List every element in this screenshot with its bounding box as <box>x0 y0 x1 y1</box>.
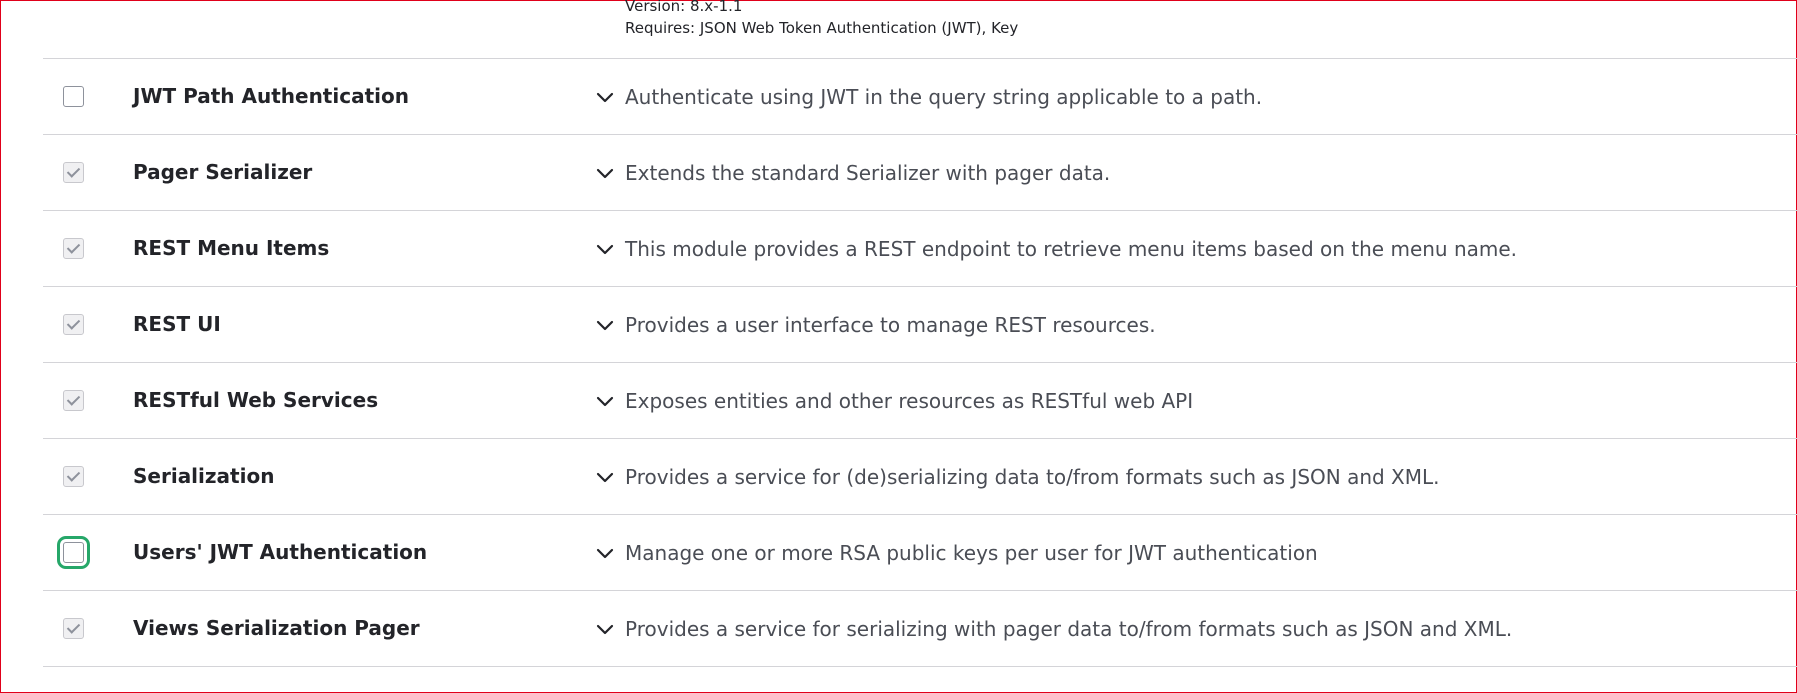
module-enable-checkbox[interactable] <box>63 390 84 411</box>
module-enable-checkbox[interactable] <box>63 162 84 183</box>
module-description[interactable]: Provides a user interface to manage REST… <box>625 313 1156 337</box>
module-description[interactable]: Manage one or more RSA public keys per u… <box>625 541 1318 565</box>
chevron-down-icon[interactable] <box>593 313 617 337</box>
module-name[interactable]: Users' JWT Authentication <box>133 540 427 564</box>
module-row-5: Serialization Provides a service for (de… <box>43 439 1797 515</box>
module-enable-checkbox[interactable] <box>63 618 84 639</box>
module-version: Version: 8.x-1.1 <box>625 0 743 15</box>
previous-module-meta: Version: 8.x-1.1 Requires: JSON Web Toke… <box>625 0 1018 39</box>
module-enable-checkbox[interactable] <box>63 466 84 487</box>
module-name[interactable]: REST Menu Items <box>133 236 329 260</box>
module-name[interactable]: Views Serialization Pager <box>133 616 420 640</box>
module-row-1: Pager Serializer Extends the standard Se… <box>43 135 1797 211</box>
module-description[interactable]: Exposes entities and other resources as … <box>625 389 1193 413</box>
module-row-0: JWT Path Authentication Authenticate usi… <box>43 59 1797 135</box>
module-enable-checkbox[interactable] <box>63 238 84 259</box>
module-name[interactable]: Pager Serializer <box>133 160 312 184</box>
module-requires: Requires: JSON Web Token Authentication … <box>625 19 1019 37</box>
module-enable-checkbox[interactable] <box>63 86 84 107</box>
module-enable-checkbox[interactable] <box>57 536 90 569</box>
module-description[interactable]: Provides a service for serializing with … <box>625 617 1512 641</box>
chevron-down-icon[interactable] <box>593 465 617 489</box>
module-description[interactable]: Provides a service for (de)serializing d… <box>625 465 1440 489</box>
module-list: JWT Path Authentication Authenticate usi… <box>43 58 1797 667</box>
chevron-down-icon[interactable] <box>593 617 617 641</box>
module-name[interactable]: JWT Path Authentication <box>133 84 409 108</box>
chevron-down-icon[interactable] <box>593 161 617 185</box>
chevron-down-icon[interactable] <box>593 541 617 565</box>
module-row-4: RESTful Web Services Exposes entities an… <box>43 363 1797 439</box>
module-name[interactable]: RESTful Web Services <box>133 388 378 412</box>
module-row-7: Views Serialization Pager Provides a ser… <box>43 591 1797 667</box>
module-row-2: REST Menu Items This module provides a R… <box>43 211 1797 287</box>
module-name[interactable]: REST UI <box>133 312 221 336</box>
module-row-3: REST UI Provides a user interface to man… <box>43 287 1797 363</box>
chevron-down-icon[interactable] <box>593 85 617 109</box>
module-description[interactable]: Authenticate using JWT in the query stri… <box>625 85 1262 109</box>
chevron-down-icon[interactable] <box>593 389 617 413</box>
module-enable-checkbox[interactable] <box>63 314 84 335</box>
module-name[interactable]: Serialization <box>133 464 274 488</box>
module-description[interactable]: This module provides a REST endpoint to … <box>625 237 1517 261</box>
chevron-down-icon[interactable] <box>593 237 617 261</box>
module-description[interactable]: Extends the standard Serializer with pag… <box>625 161 1110 185</box>
module-row-6: Users' JWT Authentication Manage one or … <box>43 515 1797 591</box>
